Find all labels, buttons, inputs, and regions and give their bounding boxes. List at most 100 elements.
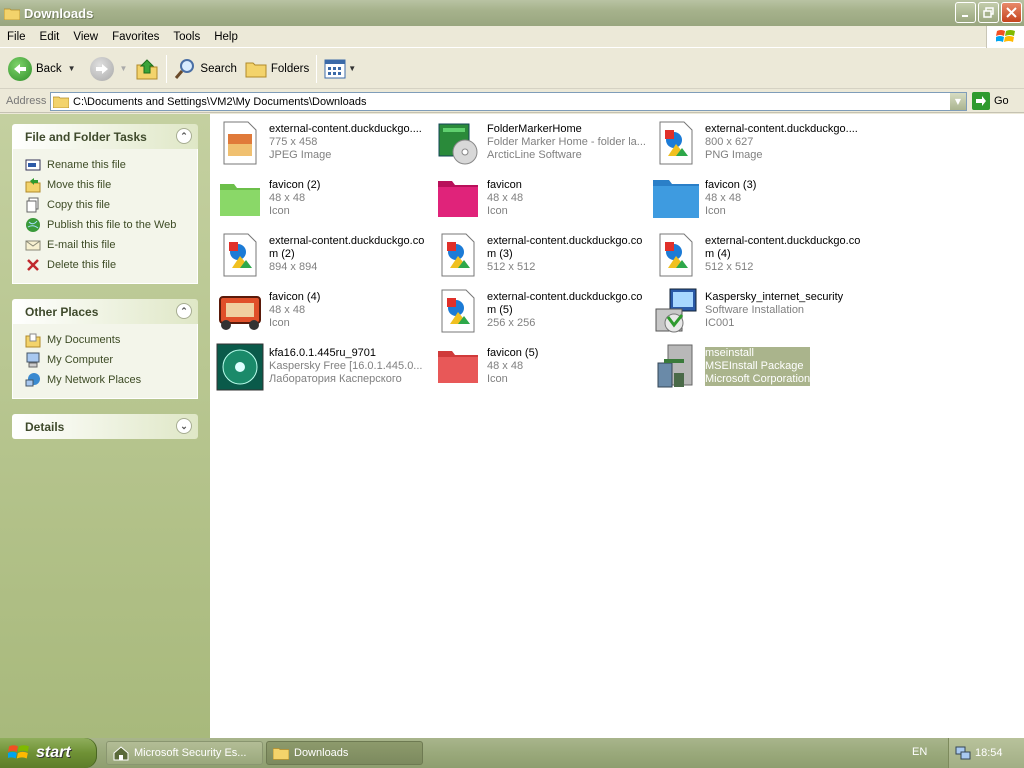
expand-icon[interactable]: ⌄ xyxy=(176,418,192,434)
taskbar-item-downloads[interactable]: Downloads xyxy=(266,741,423,765)
file-name-continued: m (5) xyxy=(487,304,513,316)
task-copy[interactable]: Copy this file xyxy=(25,195,187,215)
task-label: Delete this file xyxy=(47,259,117,271)
file-name: external-content.duckduckgo.co xyxy=(487,291,643,303)
file-item-selected[interactable]: mseinstall MSEInstall Package Microsoft … xyxy=(652,342,867,394)
language-indicator[interactable]: EN xyxy=(912,746,927,758)
file-item[interactable]: favicon (5) 48 x 48 Icon xyxy=(434,342,649,394)
copy-icon xyxy=(25,197,41,213)
address-dropdown-button[interactable]: ▼ xyxy=(949,93,966,110)
panel-header[interactable]: Details ⌄ xyxy=(12,414,198,439)
close-button[interactable] xyxy=(1001,2,1022,23)
panel-header[interactable]: Other Places ⌃ xyxy=(12,299,198,324)
forward-button[interactable]: ▼ xyxy=(86,52,132,86)
file-item[interactable]: favicon 48 x 48 Icon xyxy=(434,174,649,226)
file-detail: Software Installation xyxy=(705,304,805,316)
collapse-icon[interactable]: ⌃ xyxy=(176,303,192,319)
menu-tools[interactable]: Tools xyxy=(166,31,207,43)
folders-label: Folders xyxy=(270,62,310,75)
folder-icon xyxy=(4,8,20,20)
file-detail: 48 x 48 xyxy=(705,192,742,204)
installer-package-icon xyxy=(652,287,700,335)
minimize-button[interactable] xyxy=(955,2,976,23)
place-label: My Computer xyxy=(47,354,114,366)
task-rename[interactable]: Rename this file xyxy=(25,155,187,175)
menu-file[interactable]: File xyxy=(0,31,33,43)
file-item[interactable]: external-content.duckduckgo.... 800 x 62… xyxy=(652,118,867,170)
menu-favorites[interactable]: Favorites xyxy=(105,31,166,43)
file-type: JPEG Image xyxy=(269,149,332,161)
task-move[interactable]: Move this file xyxy=(25,175,187,195)
place-my-computer[interactable]: My Computer xyxy=(25,350,187,370)
my-documents-icon xyxy=(25,332,41,348)
back-label: Back xyxy=(36,62,62,75)
file-name: external-content.duckduckgo.... xyxy=(269,123,422,135)
file-item[interactable]: external-content.duckduckgo.... 775 x 45… xyxy=(216,118,431,170)
file-detail: Folder Marker Home - folder la... xyxy=(487,136,646,148)
back-button[interactable]: Back ▼ xyxy=(4,52,80,86)
file-item[interactable]: FolderMarkerHome Folder Marker Home - fo… xyxy=(434,118,649,170)
search-button[interactable]: Search xyxy=(170,52,240,86)
file-name: mseinstall xyxy=(705,347,754,359)
task-label: Rename this file xyxy=(47,159,126,171)
file-item[interactable]: favicon (3) 48 x 48 Icon xyxy=(652,174,867,226)
file-item[interactable]: favicon (2) 48 x 48 Icon xyxy=(216,174,431,226)
toolbar-separator xyxy=(316,54,318,83)
generator-icon xyxy=(216,287,264,335)
toolbar: Back ▼ ▼ Search Folders ▼ xyxy=(0,49,1024,89)
menu-view[interactable]: View xyxy=(66,31,105,43)
address-input[interactable]: C:\Documents and Settings\VM2\My Documen… xyxy=(50,92,967,111)
task-label: Publish this file to the Web xyxy=(47,219,177,231)
menu-edit[interactable]: Edit xyxy=(33,31,67,43)
restore-icon xyxy=(983,7,994,18)
views-dropdown-icon[interactable]: ▼ xyxy=(348,64,356,73)
place-my-documents[interactable]: My Documents xyxy=(25,330,187,350)
foldermarker-installer-icon xyxy=(434,119,482,167)
pink-folder-icon xyxy=(434,175,482,223)
file-folder-tasks-panel: File and Folder Tasks ⌃ Rename this file… xyxy=(12,124,198,284)
task-email[interactable]: E-mail this file xyxy=(25,235,187,255)
file-detail: 800 x 627 xyxy=(705,136,754,148)
collapse-icon[interactable]: ⌃ xyxy=(176,128,192,144)
menu-help[interactable]: Help xyxy=(207,31,245,43)
search-icon xyxy=(175,58,195,79)
file-item[interactable]: external-content.duckduckgo.co m (3) 512… xyxy=(434,230,649,282)
file-item[interactable]: Kaspersky_internet_security Software Ins… xyxy=(652,286,867,338)
file-item[interactable]: kfa16.0.1.445ru_9701 Kaspersky Free [16.… xyxy=(216,342,431,394)
task-publish[interactable]: Publish this file to the Web xyxy=(25,215,187,235)
forward-dropdown-icon[interactable]: ▼ xyxy=(120,64,128,73)
panel-header[interactable]: File and Folder Tasks ⌃ xyxy=(12,124,198,149)
file-item[interactable]: external-content.duckduckgo.co m (4) 512… xyxy=(652,230,867,282)
taskbar-item-mse[interactable]: Microsoft Security Es... xyxy=(106,741,263,765)
jpeg-image-icon xyxy=(216,119,264,167)
file-type: Icon xyxy=(269,205,290,217)
file-name: Kaspersky_internet_security xyxy=(705,291,844,303)
file-item[interactable]: external-content.duckduckgo.co m (2) 894… xyxy=(216,230,431,282)
file-item[interactable]: favicon (4) 48 x 48 Icon xyxy=(216,286,431,338)
title-bar[interactable]: Downloads xyxy=(0,0,1024,26)
folders-icon xyxy=(245,62,267,77)
back-dropdown-icon[interactable]: ▼ xyxy=(68,64,76,73)
file-item[interactable]: external-content.duckduckgo.co m (5) 256… xyxy=(434,286,649,338)
place-label: My Network Places xyxy=(47,374,142,386)
green-folder-icon xyxy=(216,175,264,223)
maximize-button[interactable] xyxy=(978,2,999,23)
windows-logo-icon xyxy=(986,26,1024,48)
file-name-continued: m (2) xyxy=(269,248,295,260)
panel-title: File and Folder Tasks xyxy=(25,129,147,144)
toolbar-separator xyxy=(166,54,168,83)
up-folder-button[interactable] xyxy=(131,52,163,86)
mse-install-icon xyxy=(652,343,700,391)
place-label: My Documents xyxy=(47,334,121,346)
file-type: Microsoft Corporation xyxy=(705,373,811,385)
start-button[interactable]: start xyxy=(0,738,97,768)
go-button[interactable]: Go xyxy=(972,92,1009,110)
rename-icon xyxy=(25,157,41,173)
place-network[interactable]: My Network Places xyxy=(25,370,187,390)
views-button[interactable]: ▼ xyxy=(320,52,360,86)
task-delete[interactable]: Delete this file xyxy=(25,255,187,275)
folders-button[interactable]: Folders xyxy=(241,52,313,86)
folder-icon xyxy=(53,96,69,108)
mse-house-icon xyxy=(113,746,129,761)
network-tray-icon[interactable] xyxy=(955,745,971,761)
